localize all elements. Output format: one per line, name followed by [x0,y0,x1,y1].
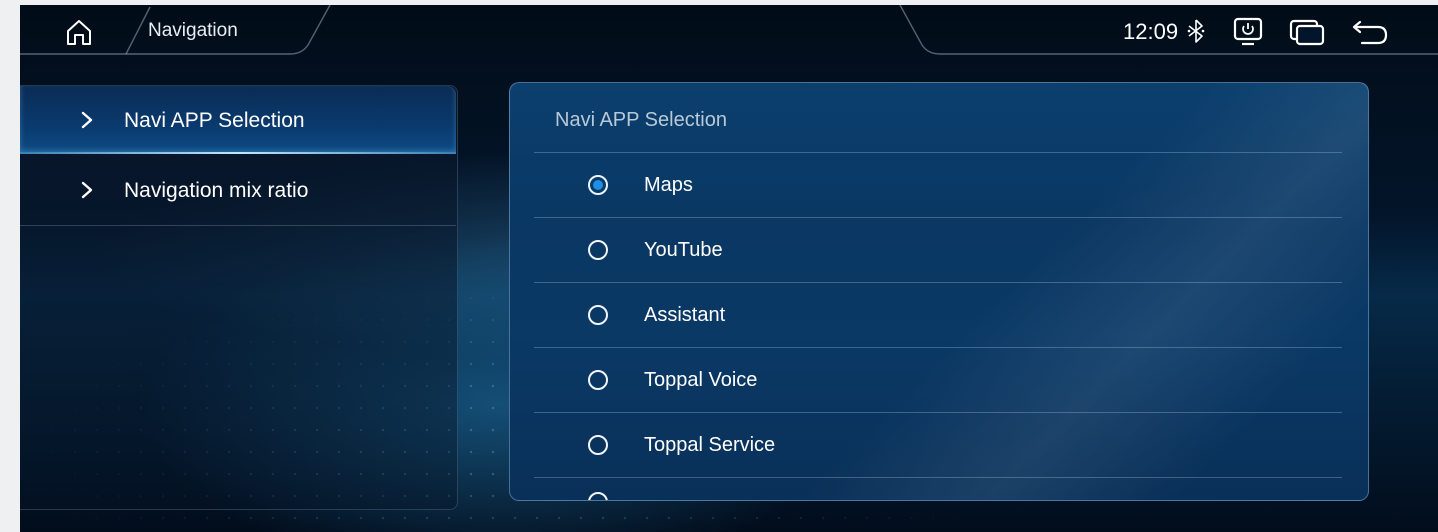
side-menu: Navi APP Selection Navigation mix ratio [20,85,458,510]
head-unit-screen: Navigation 12:09 Navi APP Selection Navi… [20,5,1438,532]
radio-icon[interactable] [588,435,608,455]
bluetooth-icon [1187,19,1205,43]
option-youtube[interactable]: YouTube [534,217,1342,282]
radio-icon[interactable] [588,240,608,260]
clock: 12:09 [1123,19,1179,44]
option-label: Maps [644,174,693,196]
radio-icon[interactable] [588,370,608,390]
menu-item-navigation-mix-ratio[interactable]: Navigation mix ratio [20,156,456,224]
settings-panel: Navi APP Selection Maps YouTube Assistan… [509,82,1369,501]
option-label: Assistant [644,304,726,326]
back-icon[interactable] [1350,18,1390,46]
option-assistant[interactable]: Assistant [534,282,1342,347]
option-list[interactable]: Maps YouTube Assistant Toppal Voice Topp… [534,152,1342,500]
option-maps[interactable]: Maps [534,152,1342,217]
option-label: Toppal Service [644,434,776,456]
panel-title: Navi APP Selection [555,109,727,131]
page-title: Navigation [148,20,238,41]
option-label: Toppal Voice [644,369,758,391]
menu-item-navi-app-selection[interactable]: Navi APP Selection [20,86,456,154]
multi-window-icon[interactable] [1288,18,1326,46]
option-toppal-service[interactable]: Toppal Service [534,412,1342,477]
option-label: YouTube [644,239,723,261]
option-toppal-voice[interactable]: Toppal Voice [534,347,1342,412]
menu-item-label: Navigation mix ratio [124,179,309,202]
radio-icon[interactable] [588,305,608,325]
screen-power-icon[interactable] [1232,17,1264,47]
radio-icon[interactable] [588,492,608,500]
top-bar: Navigation 12:09 [20,5,1438,57]
chevron-right-icon [81,181,93,199]
home-icon[interactable] [64,17,94,47]
radio-selected-icon[interactable] [588,175,608,195]
option-partial[interactable] [534,477,1342,500]
menu-item-label: Navi APP Selection [124,109,305,132]
menu-divider [20,225,456,226]
chevron-right-icon [81,111,93,129]
